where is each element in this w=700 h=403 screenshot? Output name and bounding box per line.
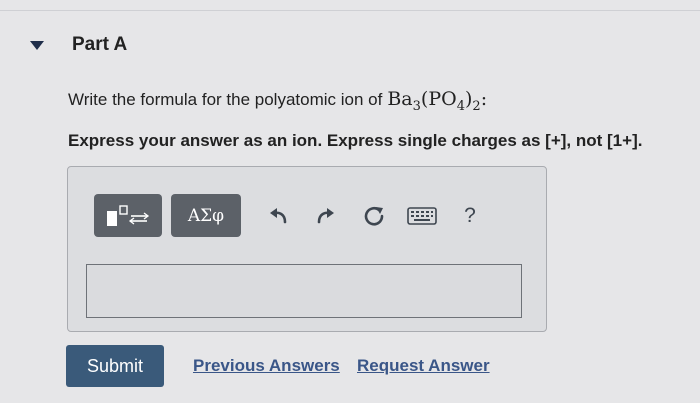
undo-icon [270,207,287,223]
collapse-caret-icon[interactable] [30,40,44,50]
templates-icon [107,204,150,226]
request-answer-link[interactable]: Request Answer [357,356,490,376]
instruction-text: Express your answer as an ion. Express s… [68,131,643,150]
part-title: Part A [72,34,128,55]
keyboard-icon [407,206,437,225]
reset-button[interactable] [357,194,391,237]
answer-input[interactable] [86,264,522,318]
question-prompt: Write the formula for the polyatomic ion… [68,90,383,109]
math-toolbar: ΑΣφ ? [94,194,501,237]
undo-button[interactable] [261,194,295,237]
previous-answers-link[interactable]: Previous Answers [193,356,340,376]
redo-button[interactable] [309,194,343,237]
compound-formula: Ba3(PO4)2: [387,88,488,114]
question-text: Write the formula for the polyatomic ion… [68,88,487,114]
redo-icon [317,207,334,223]
reset-icon [364,206,384,225]
submit-button[interactable]: Submit [66,345,164,387]
help-icon: ? [464,203,476,227]
answer-box: ΑΣφ ? [67,166,547,332]
top-divider [0,10,700,11]
templates-button[interactable] [94,194,162,237]
greek-symbols-button[interactable]: ΑΣφ [171,194,241,237]
help-button[interactable]: ? [453,194,487,237]
part-header[interactable]: Part A [30,30,127,60]
keyboard-button[interactable] [405,194,439,237]
